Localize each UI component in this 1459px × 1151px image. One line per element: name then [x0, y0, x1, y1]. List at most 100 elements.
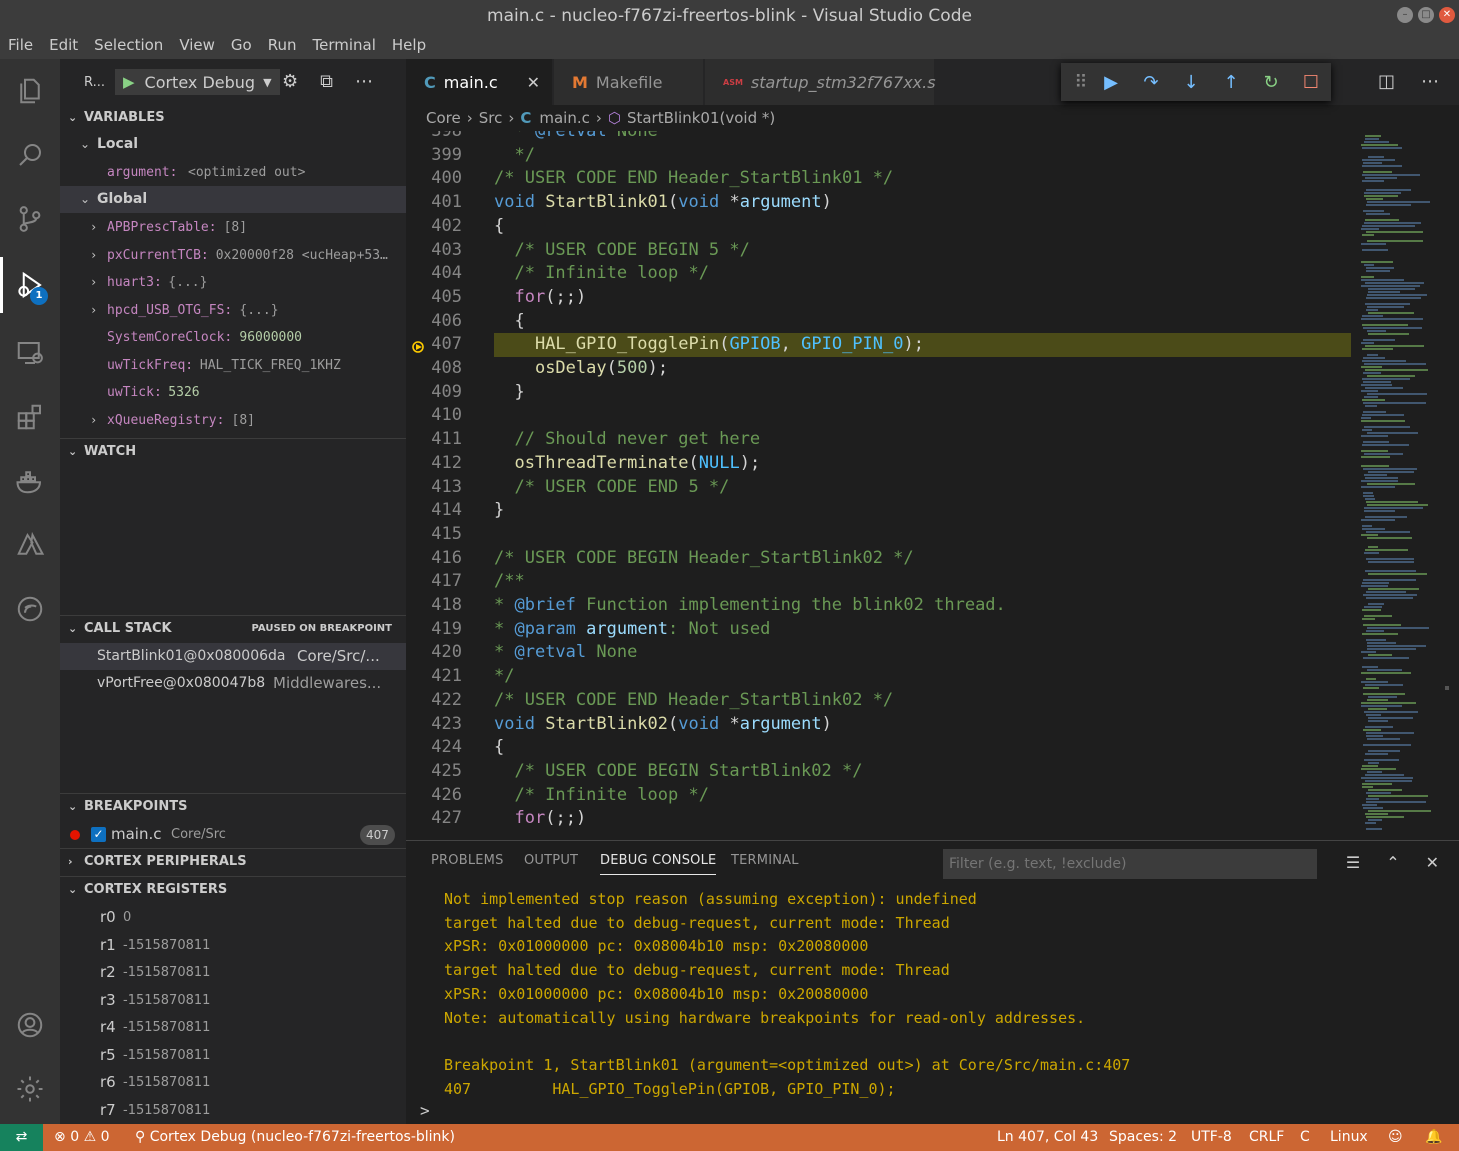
line-number[interactable]: 402 [406, 215, 462, 239]
stop-icon[interactable]: ☐ [1291, 72, 1331, 93]
watch-header[interactable]: ⌄ WATCH [60, 439, 406, 465]
registers-header[interactable]: ⌄ CORTEX REGISTERS [60, 877, 406, 903]
register-row[interactable]: r0 0 [60, 904, 406, 931]
variable-row[interactable]: SystemCoreClock: 96000000 [60, 324, 406, 351]
minimize-icon[interactable]: – [1397, 7, 1413, 23]
breadcrumb-symbol[interactable]: StartBlink01(void *) [627, 109, 775, 127]
line-number[interactable]: 419 [406, 618, 462, 642]
breakpoint-row[interactable]: ✓ main.c Core/Src 407 [60, 821, 406, 848]
line-number[interactable]: 401 [406, 191, 462, 215]
line-number[interactable]: 399 [406, 144, 462, 168]
debug-status[interactable]: ⚲ Cortex Debug (nucleo-f767zi-freertos-b… [135, 1124, 455, 1151]
tab-debug-console[interactable]: DEBUG CONSOLE [600, 853, 717, 875]
line-number[interactable]: 408 [406, 357, 462, 381]
callstack-frame[interactable]: StartBlink01@0x080006da Core/Src/... [60, 643, 406, 670]
code-line[interactable]: 418 * @brief Function implementing the bl… [406, 594, 1351, 618]
line-number[interactable]: 404 [406, 262, 462, 286]
tab-problems[interactable]: PROBLEMS [431, 853, 504, 868]
variable-row[interactable]: › hpcd_USB_OTG_FS: {...} [60, 297, 406, 324]
cursor-position[interactable]: Ln 407, Col 43 [997, 1124, 1098, 1151]
step-into-icon[interactable]: ↓ [1171, 72, 1211, 93]
live-share-icon[interactable] [0, 581, 60, 637]
explorer-icon[interactable] [0, 63, 60, 119]
variable-row[interactable]: › pxCurrentTCB: 0x20000f28 <ucHeap+53… [60, 242, 406, 269]
restart-icon[interactable]: ↻ [1251, 72, 1291, 93]
extensions-icon[interactable] [0, 389, 60, 445]
menu-run[interactable]: Run [268, 32, 297, 59]
line-number[interactable]: 424 [406, 736, 462, 760]
close-panel-icon[interactable]: ✕ [1426, 853, 1439, 872]
code-line[interactable]: 404 /* Infinite loop */ [406, 262, 1351, 286]
register-row[interactable]: r4 -1515870811 [60, 1014, 406, 1041]
register-row[interactable]: r2 -1515870811 [60, 959, 406, 986]
code-line[interactable]: 420 * @retval None [406, 641, 1351, 665]
scope-local[interactable]: ⌄ Local [60, 131, 406, 158]
line-number[interactable]: 426 [406, 784, 462, 808]
code-line[interactable]: 412 osThreadTerminate(NULL); [406, 452, 1351, 476]
maximize-panel-icon[interactable]: ⌃ [1386, 853, 1399, 872]
line-number[interactable]: 413 [406, 476, 462, 500]
code-line[interactable]: 427 for(;;) [406, 807, 1351, 831]
variable-row[interactable]: uwTick: 5326 [60, 379, 406, 406]
line-number[interactable]: 416 [406, 547, 462, 571]
line-number[interactable]: 400 [406, 167, 462, 191]
line-number[interactable]: 421 [406, 665, 462, 689]
breadcrumb-core[interactable]: Core [426, 109, 461, 127]
line-number[interactable]: 409 [406, 381, 462, 405]
callstack-header[interactable]: ⌄ CALL STACK PAUSED ON BREAKPOINT [60, 616, 406, 642]
settings-gear-icon[interactable] [0, 1061, 60, 1117]
code-line[interactable]: 413 /* USER CODE END 5 */ [406, 476, 1351, 500]
line-number[interactable]: 414 [406, 499, 462, 523]
debug-console-icon[interactable]: ⧉ [320, 71, 333, 92]
maximize-icon[interactable]: □ [1418, 7, 1434, 23]
line-number[interactable]: 405 [406, 286, 462, 310]
code-line[interactable]: 416 /* USER CODE BEGIN Header_StartBlink0… [406, 547, 1351, 571]
breakpoints-header[interactable]: ⌄ BREAKPOINTS [60, 794, 406, 820]
encoding-status[interactable]: UTF-8 [1191, 1124, 1232, 1151]
code-line[interactable]: 423 void StartBlink02(void *argument) [406, 713, 1351, 737]
continue-icon[interactable]: ▶ [1091, 72, 1131, 93]
tab-startup-asm[interactable]: ASM startup_stm32f767xx.s [705, 59, 936, 105]
code-line[interactable]: 401 void StartBlink01(void *argument) [406, 191, 1351, 215]
remote-explorer-icon[interactable] [0, 325, 60, 381]
variable-row[interactable]: › huart3: {...} [60, 269, 406, 296]
callstack-frame[interactable]: vPortFree@0x080047b8 Middlewares... [60, 670, 406, 697]
console-filter-input[interactable] [943, 849, 1317, 879]
tab-output[interactable]: OUTPUT [524, 853, 578, 868]
line-number[interactable]: 418 [406, 594, 462, 618]
code-line[interactable]: 415 [406, 523, 1351, 547]
menu-edit[interactable]: Edit [49, 32, 78, 59]
code-line[interactable]: 403 /* USER CODE BEGIN 5 */ [406, 239, 1351, 263]
gear-icon[interactable]: ⚙ [282, 71, 298, 92]
register-row[interactable]: r3 -1515870811 [60, 987, 406, 1014]
variable-row[interactable]: uwTickFreq: HAL_TICK_FREQ_1KHZ [60, 352, 406, 379]
menu-go[interactable]: Go [231, 32, 252, 59]
code-line[interactable]: 405 for(;;) [406, 286, 1351, 310]
code-line[interactable]: 407 HAL_GPIO_TogglePin(GPIOB, GPIO_PIN_0… [406, 333, 1351, 357]
variable-row[interactable]: argument: <optimized out> [60, 159, 406, 186]
problems-status[interactable]: ⊗ 0 ⚠ 0 [54, 1124, 110, 1151]
register-row[interactable]: r1 -1515870811 [60, 932, 406, 959]
launch-config-select[interactable]: ▶ Cortex Debug ▼ [114, 69, 280, 95]
code-line[interactable]: 399 */ [406, 144, 1351, 168]
code-editor[interactable]: 398 * @retval None 399 */400/* USER CODE … [406, 131, 1351, 840]
menu-selection[interactable]: Selection [94, 32, 163, 59]
breakpoint-checkbox[interactable]: ✓ [91, 827, 106, 842]
step-out-icon[interactable]: ↑ [1211, 72, 1251, 93]
code-line[interactable]: 402 { [406, 215, 1351, 239]
accounts-icon[interactable] [0, 997, 60, 1053]
variable-row[interactable]: › xQueueRegistry: [8] [60, 407, 406, 434]
code-line[interactable]: 408 osDelay(500); [406, 357, 1351, 381]
code-line[interactable]: 417 /** [406, 570, 1351, 594]
variables-header[interactable]: ⌄ VARIABLES [60, 105, 406, 131]
indentation-status[interactable]: Spaces: 2 [1109, 1124, 1177, 1151]
tab-main-c[interactable]: C main.c ✕ [406, 59, 553, 105]
more-actions-icon[interactable]: ⋯ [1421, 71, 1439, 92]
line-number[interactable]: 398 [406, 131, 462, 144]
line-number[interactable]: 423 [406, 713, 462, 737]
menu-view[interactable]: View [179, 32, 215, 59]
line-number[interactable]: 417 [406, 570, 462, 594]
line-number[interactable]: 415 [406, 523, 462, 547]
code-line[interactable]: 409 } [406, 381, 1351, 405]
line-number[interactable]: 410 [406, 404, 462, 428]
